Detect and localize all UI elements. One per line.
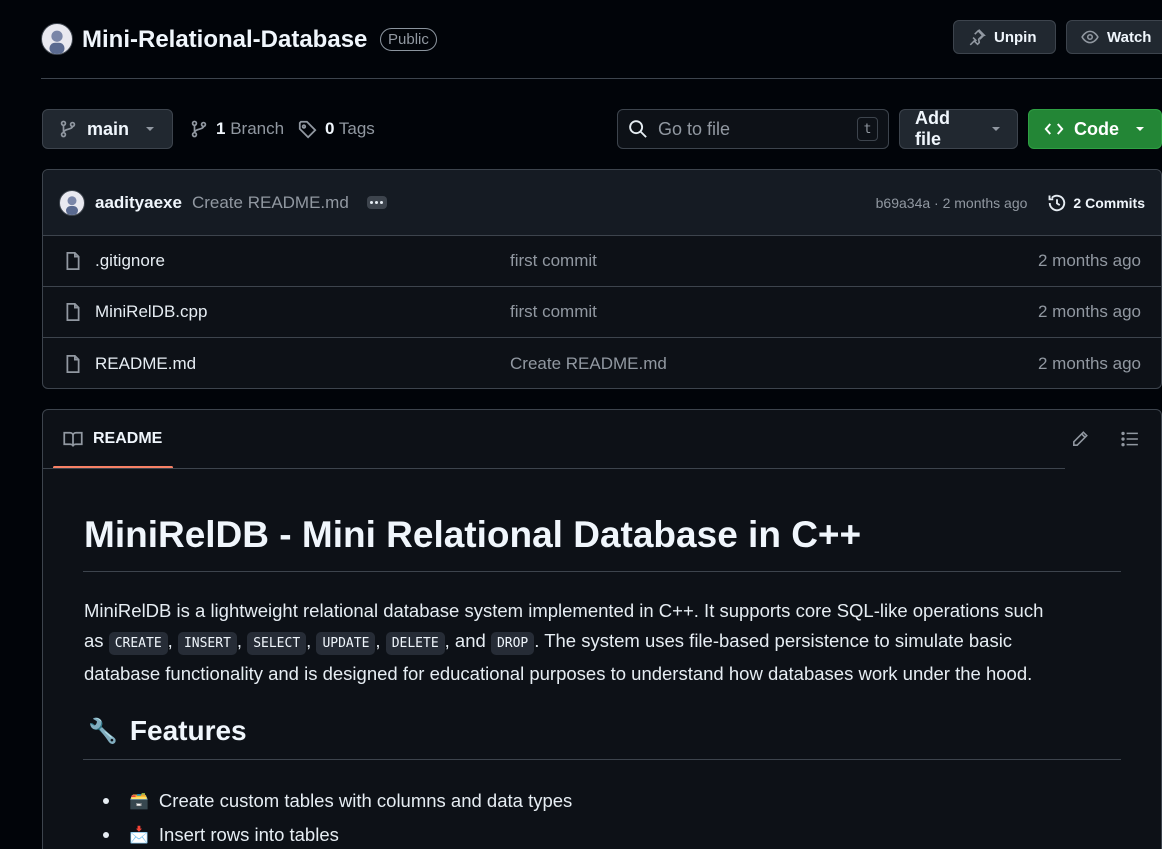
watch-label: Watch — [1107, 28, 1152, 46]
book-icon — [63, 430, 83, 448]
bullet — [103, 832, 109, 838]
file-commit-time: 2 months ago — [1037, 302, 1141, 321]
commit-hash-time[interactable]: b69a34a · 2 months ago — [876, 195, 1028, 211]
file-commit-time: 2 months ago — [1037, 251, 1141, 270]
intro-text: , — [306, 630, 312, 651]
inline-code: UPDATE — [316, 632, 376, 655]
intro-text: as — [84, 630, 104, 651]
eye-icon — [1081, 28, 1099, 46]
outline-list-icon[interactable] — [1121, 430, 1139, 448]
branch-select-button[interactable]: main — [42, 109, 173, 149]
file-commit-time: 2 months ago — [1037, 353, 1141, 373]
branch-label: Branch — [230, 119, 285, 138]
chevron-down-icon — [1134, 123, 1146, 135]
file-row[interactable]: README.md Create README.md 2 months ago — [43, 338, 1161, 389]
readme-header-divider — [43, 468, 1065, 469]
list-item: 🗃️ Create custom tables with columns and… — [103, 784, 572, 818]
features-heading: 🔧 Features — [88, 715, 247, 747]
intro-text: . The system uses file-based persistence… — [534, 630, 1013, 651]
pencil-icon[interactable] — [1071, 430, 1089, 448]
readme-header: README — [43, 410, 1161, 469]
repo-name-link[interactable]: Mini-Relational-Database — [82, 26, 367, 54]
go-to-file-input[interactable]: Go to file t — [617, 109, 889, 149]
commits-count-label: 2 Commits — [1073, 194, 1145, 211]
inline-code: INSERT — [177, 632, 237, 655]
chevron-down-icon — [990, 123, 1002, 135]
inline-code: DELETE — [385, 632, 445, 655]
feature-text: Insert rows into tables — [158, 824, 339, 845]
wrench-icon: 🔧 — [88, 717, 118, 745]
file-name[interactable]: .gitignore — [95, 251, 165, 271]
feature-text: Create custom tables with columns and da… — [158, 790, 573, 811]
features-heading-text: Features — [129, 715, 247, 746]
file-icon — [63, 354, 83, 374]
file-name[interactable]: README.md — [95, 354, 196, 374]
intro-line-1: MiniRelDB is a lightweight relational da… — [84, 600, 1044, 621]
file-row[interactable]: MiniRelDB.cpp first commit 2 months ago — [43, 287, 1161, 338]
file-name[interactable]: MiniRelDB.cpp — [95, 302, 207, 322]
readme-tab-label: README — [93, 430, 163, 447]
search-placeholder: Go to file — [658, 118, 731, 139]
code-button[interactable]: Code — [1028, 109, 1162, 149]
unpin-button[interactable]: Unpin — [953, 20, 1056, 54]
file-icon — [63, 251, 83, 271]
chevron-down-icon — [144, 123, 156, 135]
file-icon — [63, 302, 83, 322]
visibility-badge: Public — [380, 28, 437, 51]
expand-commit-icon[interactable] — [366, 196, 387, 209]
features-divider — [83, 759, 1121, 760]
git-branch-icon — [59, 120, 77, 138]
commit-author[interactable]: aadityaexe — [95, 193, 182, 213]
tags-link[interactable]: 0 Tags — [298, 119, 375, 139]
code-icon — [1044, 119, 1064, 139]
latest-commit-bar: aadityaexe Create README.md b69a34a · 2 … — [43, 170, 1161, 236]
inline-code: DROP — [490, 632, 535, 655]
file-commit-message[interactable]: first commit — [510, 302, 597, 322]
bullet — [103, 798, 109, 804]
inline-code: SELECT — [247, 632, 307, 655]
watch-button[interactable]: Watch — [1066, 20, 1162, 54]
unpin-label: Unpin — [994, 28, 1037, 46]
file-commit-message[interactable]: Create README.md — [510, 354, 667, 374]
git-branch-icon — [190, 120, 208, 138]
tag-icon — [298, 120, 317, 139]
intro-text: , — [236, 630, 243, 651]
file-commit-message[interactable]: first commit — [510, 251, 597, 271]
add-file-label: Add file — [915, 108, 950, 149]
list-item: 📩 Insert rows into tables — [103, 818, 572, 849]
readme-tab[interactable]: README — [63, 430, 162, 448]
intro-line-2: as CREATE, INSERT, SELECT, UPDATE, DELET… — [84, 626, 1144, 659]
pin-icon — [968, 28, 986, 46]
search-icon — [628, 119, 648, 139]
commit-message[interactable]: Create README.md — [192, 193, 349, 213]
readme-title: MiniRelDB - Mini Relational Database in … — [84, 514, 862, 555]
owner-avatar[interactable] — [41, 23, 73, 55]
inline-code: CREATE — [108, 632, 168, 655]
file-browser: aadityaexe Create README.md b69a34a · 2 … — [42, 169, 1162, 389]
tag-count: 0 — [325, 119, 335, 138]
code-label: Code — [1074, 118, 1119, 139]
branch-count: 1 — [216, 119, 226, 138]
history-icon — [1047, 193, 1067, 213]
header-divider — [41, 78, 1162, 79]
file-row[interactable]: .gitignore first commit 2 months ago — [43, 236, 1161, 287]
branches-link[interactable]: 1 Branch — [190, 119, 284, 139]
shortcut-key: t — [857, 117, 878, 141]
card-box-icon: 🗃️ — [129, 793, 149, 810]
intro-line-3: database functionality and is designed f… — [84, 663, 1033, 684]
readme-intro: MiniRelDB is a lightweight relational da… — [84, 596, 1144, 689]
commits-link[interactable]: 2 Commits — [1047, 193, 1145, 213]
add-file-button[interactable]: Add file — [899, 108, 1018, 149]
intro-text: , and — [444, 630, 486, 651]
inbox-icon: 📩 — [129, 827, 149, 844]
intro-text: , — [375, 630, 381, 651]
branch-name: main — [87, 118, 130, 139]
author-avatar[interactable] — [59, 189, 85, 216]
tag-label: Tags — [338, 119, 375, 138]
features-list: 🗃️ Create custom tables with columns and… — [103, 784, 572, 849]
readme-panel: README MiniRelDB - Mini Relational Datab… — [42, 409, 1162, 849]
intro-text: , — [167, 630, 173, 651]
title-divider — [83, 571, 1121, 572]
